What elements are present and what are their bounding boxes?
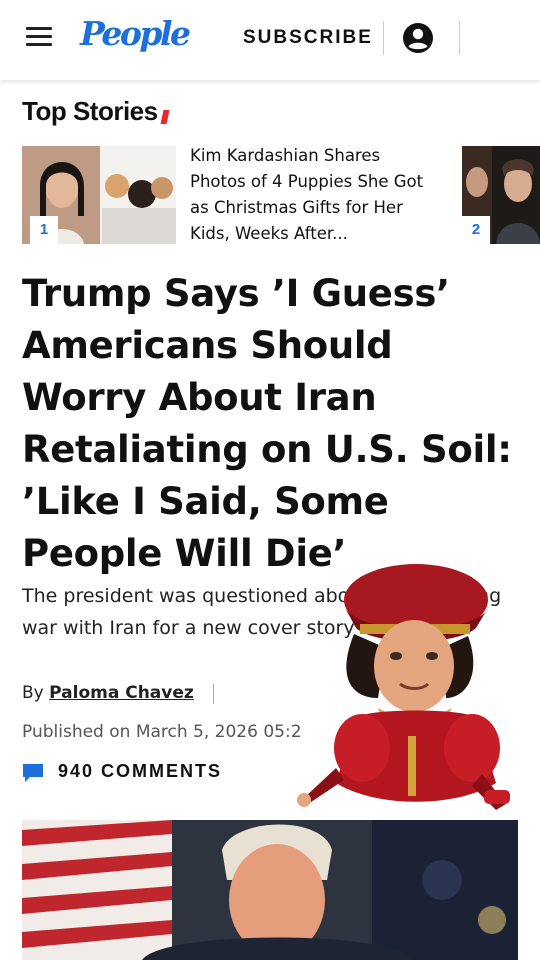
hamburger-menu-icon[interactable] bbox=[26, 27, 52, 49]
site-logo[interactable]: People bbox=[80, 14, 191, 53]
story-1-rank: 1 bbox=[30, 216, 58, 244]
story-1-thumbnail[interactable]: 1 bbox=[22, 146, 176, 244]
story-1-headline[interactable]: Kim Kardashian Shares Photos of 4 Puppie… bbox=[190, 143, 440, 247]
header-divider bbox=[383, 21, 384, 55]
comments-count: 940 COMMENTS bbox=[58, 761, 223, 781]
header-divider-right bbox=[459, 21, 460, 55]
account-icon[interactable] bbox=[402, 22, 434, 54]
top-stories-heading: Top Stories bbox=[19, 96, 170, 127]
story-2-rank: 2 bbox=[462, 216, 490, 244]
site-header: People SUBSCRIBE bbox=[0, 0, 540, 80]
article-headline: Trump Says ’I Guess’ Americans Should Wo… bbox=[22, 272, 512, 575]
published-date: Published on March 5, 2026 05:2 bbox=[22, 722, 302, 742]
byline-divider bbox=[213, 684, 214, 704]
meme-character-overlay bbox=[296, 558, 518, 818]
article-lead-photo bbox=[22, 820, 518, 960]
subscribe-button[interactable]: SUBSCRIBE bbox=[243, 27, 373, 49]
author-link[interactable]: Paloma Chavez bbox=[49, 683, 194, 703]
speech-bubble-icon bbox=[23, 764, 43, 782]
byline-prefix: By bbox=[22, 683, 44, 703]
byline: By Paloma Chavez bbox=[22, 683, 194, 703]
story-2-thumbnail[interactable]: 2 bbox=[462, 146, 540, 244]
